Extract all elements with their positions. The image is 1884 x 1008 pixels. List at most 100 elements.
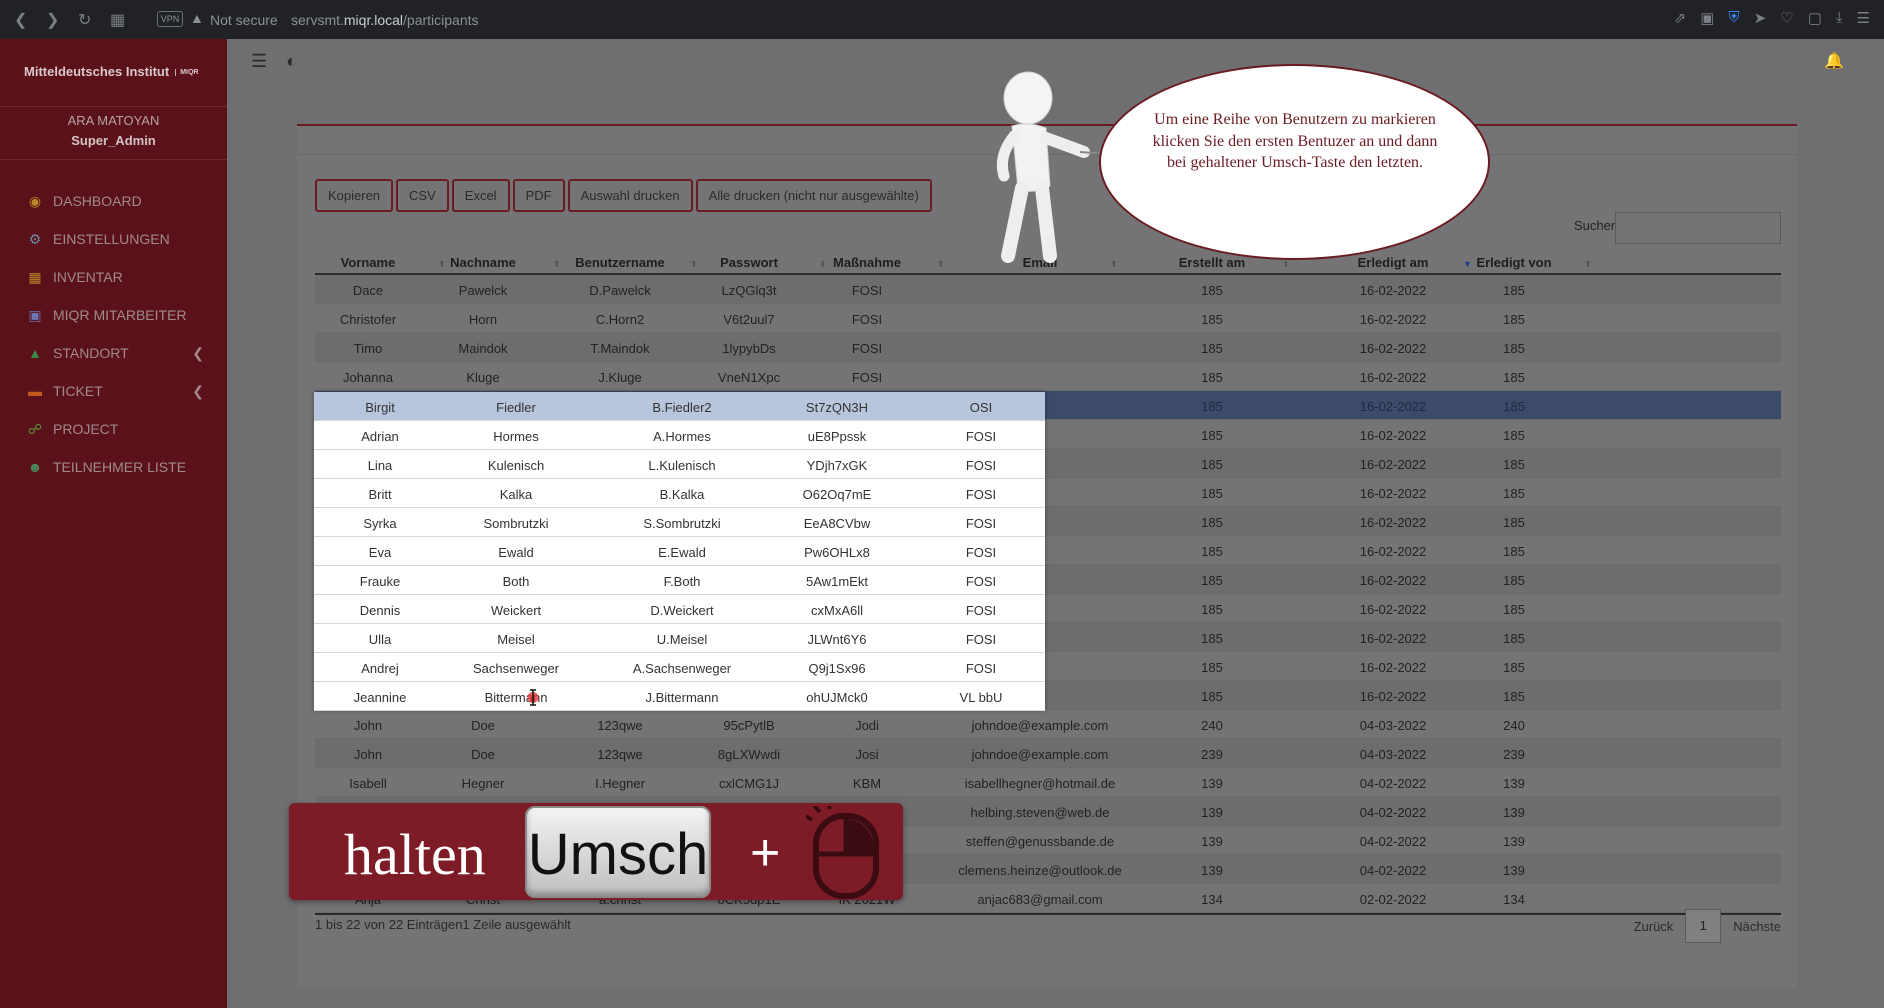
table-cell: 185: [1201, 602, 1223, 617]
highlighted-cell: FOSI: [965, 574, 997, 589]
table-cell: KBM: [852, 776, 882, 791]
table-cell: 139: [1201, 776, 1223, 791]
sort-icon[interactable]: ⬍: [1584, 259, 1592, 270]
share-icon[interactable]: ⇗: [1674, 9, 1687, 27]
print-all-button[interactable]: Alle drucken (nicht nur ausgewählte): [695, 179, 932, 212]
table-cell: 185: [1201, 573, 1223, 588]
column-header[interactable]: Erledigt von: [1454, 255, 1574, 270]
column-header[interactable]: Benutzername: [560, 255, 680, 270]
hamburger-menu-icon[interactable]: ☰: [251, 51, 267, 71]
url-field[interactable]: servsmt.miqr.local/participants: [291, 12, 479, 28]
highlighted-row[interactable]: Andrej Sachsenweger A.Sachsenweger Q9j1Sx96…: [314, 653, 1045, 682]
excel-button[interactable]: Excel: [451, 179, 510, 212]
reload-icon[interactable]: ↻: [78, 10, 91, 30]
table-row[interactable]: Timo Maindok T.Maindok 1lypybDs FOSI 185 16-02…: [315, 333, 1781, 362]
highlighted-cell: Meisel: [497, 632, 535, 647]
inventory-icon: ▦: [28, 269, 42, 285]
sidebar-item-einstellungen[interactable]: ⚙ EINSTELLUNGEN: [26, 226, 216, 252]
highlighted-row[interactable]: Lina Kulenisch L.Kulenisch YDjh7xGK FOSI: [314, 450, 1045, 479]
vpn-badge[interactable]: VPN: [157, 11, 183, 27]
cube-icon[interactable]: ▢: [1808, 9, 1822, 27]
highlighted-cell: A.Hormes: [653, 429, 711, 444]
table-row[interactable]: Dace Pawelck D.Pawelck LzQGlq3t FOSI 185 16-02…: [315, 275, 1781, 304]
sidebar-item-inventar[interactable]: ▦ INVENTAR: [26, 264, 216, 290]
highlighted-cell: E.Ewald: [658, 545, 706, 560]
highlighted-row[interactable]: Jeannine Bittermann J.Bittermann ohUJMck0 VL…: [314, 682, 1045, 711]
sort-icon[interactable]: ⬍: [937, 259, 945, 270]
table-cell: anjac683@gmail.com: [977, 892, 1103, 907]
sidebar-item-dashboard[interactable]: ◉ DASHBOARD: [26, 188, 216, 214]
pdf-button[interactable]: PDF: [512, 179, 565, 212]
column-header[interactable]: Erledigt am: [1333, 255, 1453, 270]
copy-button[interactable]: Kopieren: [315, 179, 394, 212]
highlighted-row[interactable]: Adrian Hormes A.Hormes uE8Ppssk FOSI: [314, 421, 1045, 450]
highlighted-row[interactable]: Ulla Meisel U.Meisel JLWnt6Y6 FOSI: [314, 624, 1045, 653]
highlighted-cell: B.Fiedler2: [652, 400, 712, 415]
sidebar-item-standort[interactable]: ▲ STANDORT ❮: [26, 340, 216, 366]
menu-icon[interactable]: ☰: [1857, 9, 1870, 27]
sidebar-item-teilnehmer-liste[interactable]: ☻ TEILNEHMER LISTE: [26, 454, 216, 480]
search-input[interactable]: [1615, 212, 1781, 244]
table-cell: 185: [1503, 341, 1525, 356]
table-row[interactable]: Christofer Horn C.Horn2 V6t2uul7 FOSI 185 16-0…: [315, 304, 1781, 333]
column-header[interactable]: Maßnahme: [807, 255, 927, 270]
table-cell: FOSI: [851, 370, 883, 385]
table-cell: 185: [1503, 457, 1525, 472]
highlighted-cell: S.Sombrutzki: [643, 516, 721, 531]
table-bottom-border: [315, 913, 1781, 915]
table-cell: 185: [1201, 486, 1223, 501]
sidebar-item-project[interactable]: ☍ PROJECT: [26, 416, 216, 442]
prev-page-button[interactable]: Zurück: [1634, 919, 1674, 934]
highlighted-row[interactable]: Dennis Weickert D.Weickert cxMxA6ll FOSI: [314, 595, 1045, 624]
highlighted-row[interactable]: Birgit Fiedler B.Fiedler2 St7zQN3H OSI: [314, 392, 1045, 421]
sidebar-item-ticket[interactable]: ▬ TICKET ❮: [26, 378, 216, 404]
next-page-button[interactable]: Nächste: [1733, 919, 1781, 934]
bell-icon[interactable]: 🔔: [1824, 51, 1844, 71]
highlighted-row[interactable]: Britt Kalka B.Kalka O62Oq7mE FOSI: [314, 479, 1045, 508]
highlighted-cell: A.Sachsenweger: [632, 661, 732, 676]
sidebar-item-miqr-mitarbeiter[interactable]: ▣ MIQR MITARBEITER: [26, 302, 216, 328]
back-icon[interactable]: ❮: [14, 10, 27, 30]
mouse-icon: [806, 806, 879, 899]
table-cell: 185: [1201, 457, 1223, 472]
search-label: Suchen: [1574, 218, 1619, 233]
browser-toolbar: ❮ ❯ ↻ ▦ VPN ▲ Not secure servsmt.miqr.lo…: [0, 0, 1884, 39]
highlighted-cell: FOSI: [965, 545, 997, 560]
page-number-button[interactable]: 1: [1685, 909, 1722, 943]
highlighted-row[interactable]: Frauke Both F.Both 5Aw1mEkt FOSI: [314, 566, 1045, 595]
table-cell: FOSI: [851, 341, 883, 356]
highlighted-cell: Both: [502, 574, 530, 589]
speech-bubble-text: Um eine Reihe von Benutzern zu markieren…: [1152, 111, 1438, 171]
csv-button[interactable]: CSV: [396, 179, 449, 212]
participants-icon: ☻: [27, 459, 43, 475]
settings-icon: ⚙: [28, 231, 42, 247]
table-cell: 139: [1201, 805, 1223, 820]
table-cell: helbing.steven@web.de: [970, 805, 1110, 820]
plus-sign: +: [750, 824, 781, 882]
table-cell: 185: [1503, 660, 1525, 675]
highlighted-row[interactable]: Eva Ewald E.Ewald Pw6OHLx8 FOSI: [314, 537, 1045, 566]
sort-icon[interactable]: ⬍: [1282, 259, 1290, 270]
forward-icon[interactable]: ❯: [46, 10, 59, 30]
table-row[interactable]: John Doe 123qwe 8gLXWwdi Josi johndoe@example…: [315, 739, 1781, 768]
shield-icon[interactable]: ⛨: [1728, 9, 1739, 27]
send-icon[interactable]: ➤: [1754, 9, 1767, 27]
print-selection-button[interactable]: Auswahl drucken: [567, 179, 693, 212]
download-icon[interactable]: ⤓: [1836, 9, 1843, 27]
column-header[interactable]: Nachname: [423, 255, 543, 270]
table-row[interactable]: Johanna Kluge J.Kluge VneN1Xpc FOSI 185 16-02-…: [315, 362, 1781, 391]
table-row[interactable]: Isabell Hegner I.Hegner cxlCMG1J KBM isabellh…: [315, 768, 1781, 797]
tabs-grid-icon[interactable]: ▦: [110, 10, 125, 30]
security-status[interactable]: Not secure: [210, 12, 278, 28]
theme-toggle-icon[interactable]: ◐: [286, 51, 297, 71]
highlighted-cell: FOSI: [965, 661, 997, 676]
column-header[interactable]: Vorname: [308, 255, 428, 270]
heart-icon[interactable]: ♡: [1780, 9, 1793, 27]
brand-name[interactable]: Mitteldeutsches Institut MIQR: [24, 64, 198, 79]
table-cell: clemens.heinze@outlook.de: [958, 863, 1122, 878]
table-cell: 185: [1503, 428, 1525, 443]
camera-icon[interactable]: ▣: [1700, 9, 1714, 27]
column-header[interactable]: Passwort: [689, 255, 809, 270]
highlighted-row[interactable]: Syrka Sombrutzki S.Sombrutzki EeA8CVbw FOSI: [314, 508, 1045, 537]
table-row[interactable]: John Doe 123qwe 95cPytlB Jodi johndoe@example…: [315, 710, 1781, 739]
